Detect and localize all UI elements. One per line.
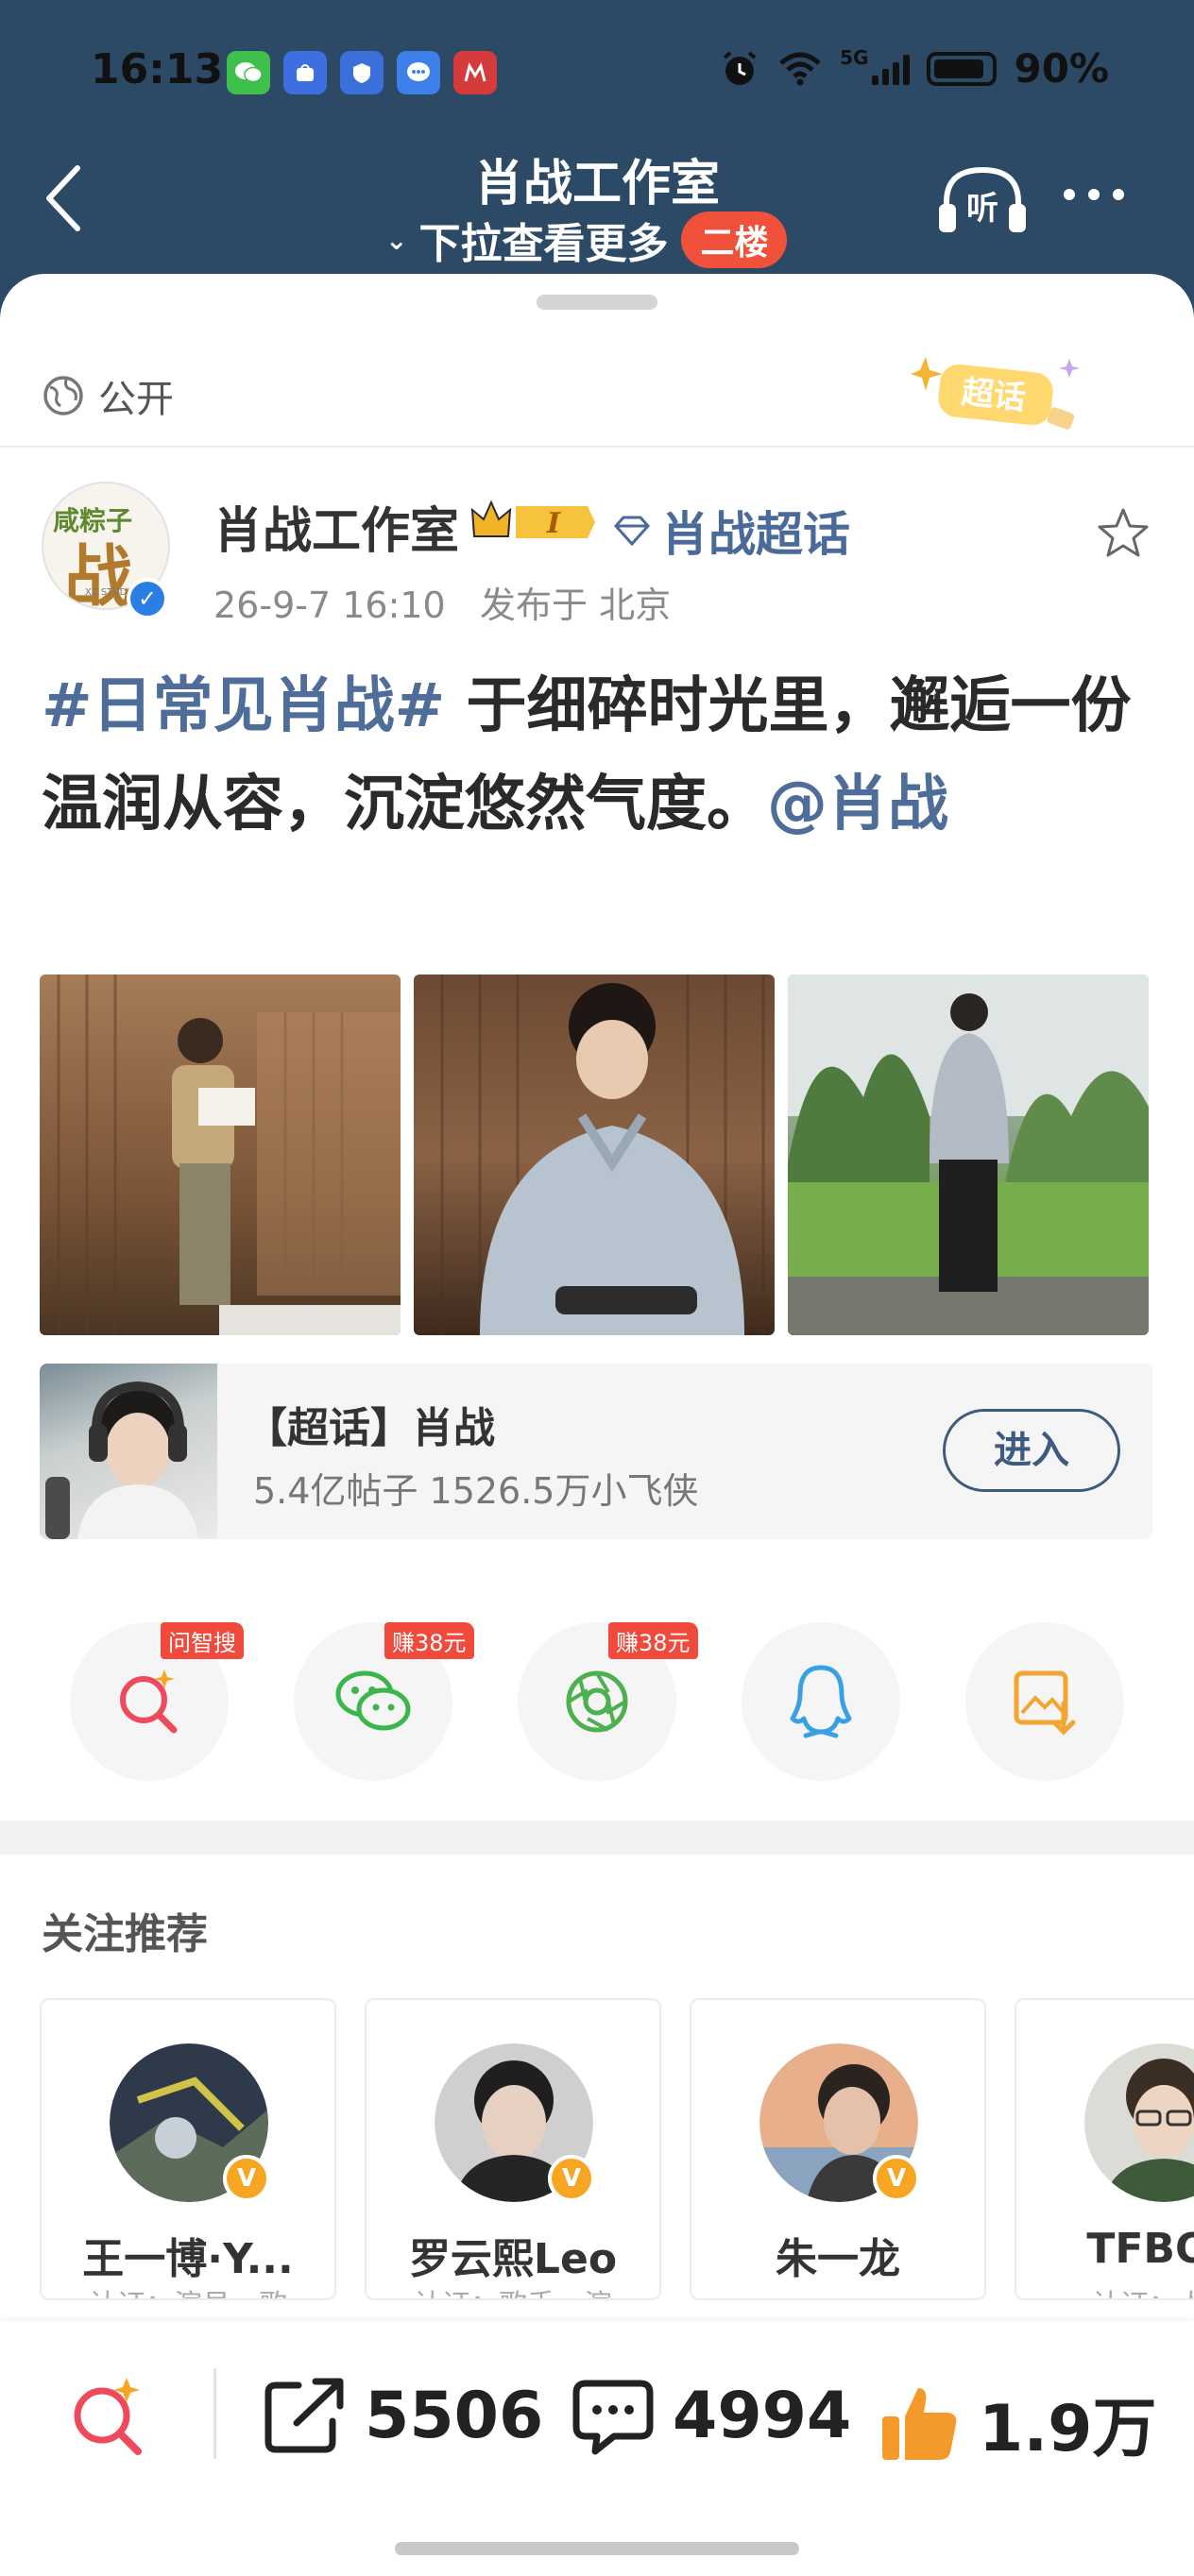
battery-icon	[927, 51, 998, 86]
visibility-label: 公开	[98, 378, 174, 421]
post-image-2[interactable]	[414, 974, 775, 1335]
super-topic-badge[interactable]: 超话	[911, 351, 1090, 436]
more-options-icon[interactable]	[1064, 189, 1124, 200]
messages-app-icon	[397, 51, 440, 94]
member-level: I	[546, 507, 561, 540]
share-icon	[264, 2378, 344, 2453]
share-search-button[interactable]: 问智搜	[70, 1622, 244, 1781]
post-hashtag[interactable]: #日常见肖战#	[42, 671, 445, 741]
super-topic-name: 【超话】肖战	[246, 1404, 495, 1452]
save-image-button[interactable]	[965, 1622, 1124, 1781]
recommend-card[interactable]: V 王一博·Y... 认证：演员、歌	[40, 1998, 336, 2300]
wechat-icon	[335, 1670, 411, 1731]
post-body: #日常见肖战# 于细碎时光里，邂逅一份温润从容，沉淀悠然气度。@肖战	[42, 657, 1156, 854]
recommend-list: V 王一博·Y... 认证：演员、歌 V 罗云熙Leo 认证：歌手、演	[40, 1998, 1194, 2300]
recommend-desc: 认证：演员、歌	[42, 2281, 334, 2298]
super-topic-card[interactable]: 【超话】肖战 5.4亿帖子 1526.5万小飞侠 进入	[40, 1364, 1152, 1539]
share-row: 问智搜 赚38元 赚38元	[70, 1622, 1124, 1781]
listen-label: 听	[966, 190, 998, 228]
qq-icon	[790, 1665, 852, 1738]
super-topic-thumbnail	[40, 1364, 217, 1539]
alarm-icon	[723, 50, 757, 85]
ai-search-icon[interactable]	[66, 2372, 151, 2457]
verified-v-icon: V	[873, 2155, 920, 2202]
recommend-desc: 认证：歌手、演	[367, 2281, 659, 2298]
recommend-desc: 认证：人气	[1016, 2281, 1194, 2298]
recommend-card[interactable]: TFBOY 认证：人气	[1015, 1998, 1194, 2300]
post-image-1[interactable]	[40, 974, 401, 1335]
super-topic-link[interactable]: 肖战超话	[612, 497, 850, 565]
globe-icon	[43, 376, 83, 415]
post-card: 公开 超话 咸粽子 战 XZ STUDIO ✓ 肖战工作室 I 肖战超话 26-…	[0, 274, 1194, 2576]
recommend-card[interactable]: V 罗云熙Leo 认证：歌手、演	[365, 1998, 661, 2300]
status-bar: 16:13 5G 90%	[0, 0, 1194, 142]
wechat-tag: 赚38元	[384, 1622, 474, 1659]
enter-super-topic-button[interactable]: 进入	[943, 1409, 1120, 1492]
share-qq-button[interactable]	[742, 1622, 900, 1781]
super-topic-badge-label: 超话	[960, 373, 1028, 417]
pull-down-hint[interactable]: ⌄ 下拉查看更多 二楼	[385, 210, 788, 270]
section-divider	[0, 446, 1194, 448]
recommend-name: TFBOY	[1086, 2225, 1194, 2273]
favorite-star-icon[interactable]	[1096, 506, 1151, 561]
system-indicators: 5G 90%	[719, 45, 1109, 92]
repost-button[interactable]: 5506	[263, 2376, 543, 2455]
recommend-card[interactable]: V 朱一龙	[690, 1998, 986, 2300]
headphones-icon[interactable]: 听	[935, 162, 1030, 238]
post-images	[40, 974, 1149, 1335]
ai-search-icon	[120, 1669, 178, 1734]
post-image-3[interactable]	[788, 974, 1149, 1335]
post-timestamp: 26-9-7 16:10	[213, 585, 446, 626]
recommend-name: 罗云熙Leo	[408, 2235, 618, 2283]
author-name[interactable]: 肖战工作室	[213, 491, 459, 562]
app-market-icon	[283, 51, 327, 94]
post-location: 发布于 北京	[479, 585, 672, 626]
divider	[213, 2368, 216, 2459]
repost-count: 5506	[365, 2378, 544, 2453]
recommend-name: 朱一龙	[776, 2235, 900, 2283]
recommend-title: 关注推荐	[42, 1910, 208, 1958]
wechat-app-icon	[227, 51, 270, 94]
comment-icon	[572, 2380, 654, 2455]
search-tag: 问智搜	[161, 1622, 244, 1659]
comment-count: 4994	[673, 2378, 852, 2453]
bottom-action-bar: 5506 4994 1.9万	[0, 2321, 1194, 2576]
drag-handle[interactable]	[537, 295, 657, 310]
wifi-icon	[779, 52, 821, 85]
super-topic-stats: 5.4亿帖子 1526.5万小飞侠	[253, 1470, 699, 1512]
diamond-icon	[613, 516, 651, 547]
verified-v-icon: V	[548, 2155, 595, 2202]
super-topic-link-label: 肖战超话	[661, 507, 850, 562]
phone-manager-icon	[340, 51, 384, 94]
battery-percent: 90%	[1014, 45, 1109, 92]
signal-icon	[872, 53, 911, 85]
bank-app-icon	[453, 51, 497, 94]
post-meta: 26-9-7 16:10 发布于 北京	[213, 576, 671, 628]
member-crown-icon: I	[470, 500, 595, 540]
share-wechat-button[interactable]: 赚38元	[294, 1622, 474, 1781]
save-image-icon	[1014, 1670, 1076, 1736]
recommend-name: 王一博·Y...	[82, 2235, 294, 2283]
chevron-down-icon: ⌄	[385, 224, 408, 256]
network-type: 5G	[840, 45, 869, 69]
section-gap	[0, 1821, 1194, 1855]
moments-icon	[566, 1670, 628, 1733]
status-time: 16:13	[91, 45, 224, 93]
notification-icons	[227, 51, 497, 94]
like-count: 1.9万	[979, 2392, 1157, 2466]
verified-v-icon: V	[223, 2155, 270, 2202]
verified-badge-icon: ✓	[127, 578, 168, 619]
share-moments-button[interactable]: 赚38元	[518, 1622, 698, 1781]
comment-button[interactable]: 4994	[571, 2376, 851, 2455]
avatar	[1084, 2043, 1194, 2202]
second-floor-badge[interactable]: 二楼	[681, 212, 788, 268]
pull-down-label: 下拉查看更多	[418, 220, 669, 268]
post-mention[interactable]: @肖战	[767, 770, 948, 839]
thumbs-up-icon	[882, 2387, 957, 2460]
visibility-row: 公开	[42, 368, 174, 423]
like-button[interactable]: 1.9万	[877, 2376, 1156, 2469]
moments-tag: 赚38元	[608, 1622, 698, 1659]
home-indicator[interactable]	[395, 2542, 799, 2555]
